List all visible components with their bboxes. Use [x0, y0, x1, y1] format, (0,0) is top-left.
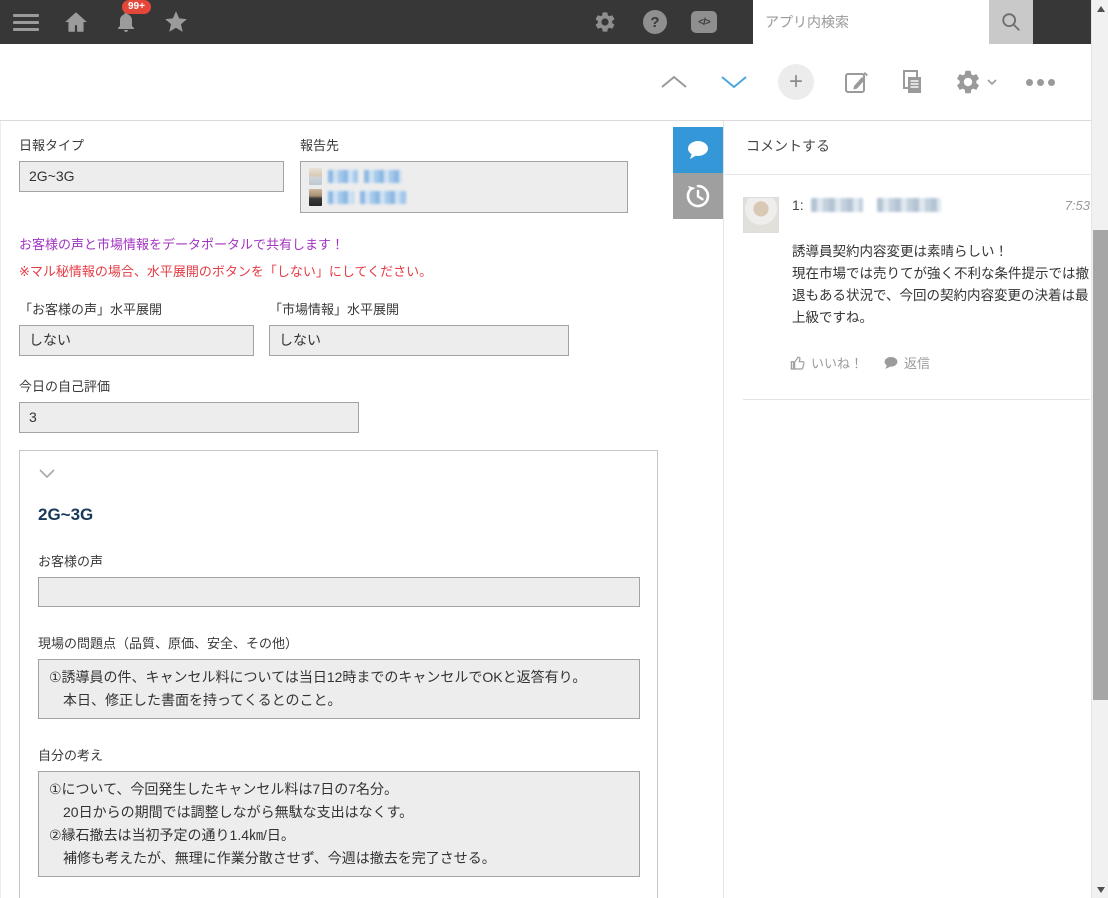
vertical-scrollbar[interactable] — [1091, 0, 1108, 898]
reply-button[interactable]: 返信 — [883, 353, 930, 372]
comment-number: 1: — [792, 197, 804, 213]
add-record-button[interactable]: + — [776, 62, 816, 102]
notice-confidential-text: ※マル秘情報の場合、水平展開のボタンを「しない」にしてください。 — [19, 264, 433, 279]
blurred-user-name[interactable] — [328, 191, 354, 204]
field-label-my-thoughts: 自分の考え — [38, 748, 104, 763]
edit-pencil-icon — [845, 72, 868, 93]
comment-input-prompt[interactable]: コメントする — [724, 121, 1091, 175]
blurred-commenter-name[interactable] — [810, 198, 863, 212]
app-search-input[interactable] — [753, 0, 989, 44]
field-label-site-problems: 現場の問題点（品質、原価、安全、その他） — [38, 636, 299, 651]
scrollbar-up-arrow[interactable] — [1092, 0, 1108, 17]
field-label-market-expand: 「市場情報」水平展開 — [269, 302, 400, 317]
tab-comments[interactable] — [673, 127, 723, 173]
field-group-2g3g: 2G~3G お客様の声 現場の問題点（品質、原価、安全、その他） ①誘導員の件、… — [19, 450, 658, 898]
scrollbar-thumb[interactable] — [1093, 230, 1108, 700]
comment-item: 1: 7:53 誘導員契約内容変更は素晴らしい！ 現在市場では売りてが強く不利な… — [724, 175, 1091, 400]
thumbs-up-icon — [790, 356, 805, 370]
record-toolbar: + — [0, 44, 1091, 121]
hamburger-menu-icon[interactable] — [12, 8, 40, 36]
comment-text: 誘導員契約内容変更は素晴らしい！ 現在市場では売りてが強く不利な条件提示では撤退… — [792, 244, 1089, 325]
user-avatar — [309, 189, 322, 206]
comment-timestamp: 7:53 — [1064, 197, 1090, 213]
notification-count-badge: 99+ — [122, 0, 151, 14]
field-value-report-to — [300, 161, 628, 213]
gear-icon — [957, 70, 979, 94]
ellipsis-icon — [1026, 78, 1055, 86]
blurred-user-name[interactable] — [328, 170, 358, 183]
notice-share-text: お客様の声と市場情報をデータポータルで共有します！ — [19, 237, 345, 252]
admin-gear-icon[interactable] — [591, 8, 619, 36]
field-value-nippo-type: 2G~3G — [19, 161, 284, 192]
app-search — [753, 0, 1033, 44]
field-value-voice-expand: しない — [19, 325, 254, 356]
field-label-nippo-type: 日報タイプ — [19, 138, 85, 153]
global-navigation-bar: 99+ ? </> — [0, 0, 1091, 44]
copy-document-icon — [903, 70, 921, 93]
field-label-customer-voice: お客様の声 — [38, 554, 104, 569]
notification-bell-icon[interactable]: 99+ — [112, 0, 151, 36]
field-label-self-eval: 今日の自己評価 — [19, 379, 111, 394]
more-options-button[interactable] — [1024, 77, 1057, 88]
field-value-my-thoughts: ①について、今回発生したキャンセル料は7日の7名分。 20日からの期間では調整し… — [38, 771, 640, 877]
help-icon[interactable]: ? — [643, 10, 667, 34]
blurred-commenter-name[interactable] — [876, 198, 941, 212]
field-value-site-problems: ①誘導員の件、キャンセル料については当日12時までのキャンセルでOKと返答有り。… — [38, 659, 640, 719]
blurred-user-name[interactable] — [364, 170, 402, 183]
speech-bubble-icon — [688, 141, 708, 159]
tab-change-history[interactable] — [673, 173, 723, 219]
side-tab-strip — [673, 121, 723, 898]
plus-icon: + — [778, 64, 814, 100]
chevron-down-icon — [987, 79, 997, 86]
record-settings-button[interactable] — [952, 66, 1000, 98]
user-avatar — [309, 168, 322, 185]
report-to-user — [309, 168, 619, 186]
search-button[interactable] — [989, 0, 1033, 44]
developer-code-icon[interactable]: </> — [691, 11, 717, 33]
home-icon[interactable] — [62, 8, 90, 36]
reply-bubble-icon — [884, 356, 898, 369]
duplicate-record-button[interactable] — [896, 66, 928, 98]
chevron-down-icon — [39, 469, 55, 479]
field-label-report-to: 報告先 — [300, 138, 340, 153]
field-value-self-eval: 3 — [19, 402, 359, 433]
comment-user-avatar — [743, 197, 779, 233]
reply-label: 返信 — [904, 356, 931, 371]
comment-divider — [743, 399, 1090, 400]
like-label: いいね！ — [811, 356, 864, 371]
next-record-button[interactable] — [716, 71, 752, 93]
history-icon — [686, 184, 710, 208]
report-to-user — [309, 189, 619, 207]
favorites-star-icon[interactable] — [162, 8, 190, 36]
edit-record-button[interactable] — [840, 66, 872, 98]
app-window: 99+ ? </> アプリ内検索 + 日報タイプ 2G~3G 報告先 お客様の声… — [0, 0, 1108, 898]
scrollbar-down-arrow[interactable] — [1092, 881, 1108, 898]
comment-panel: コメントする 1: 7:53 誘導員契約内容変更は素晴らしい！ 現在市場では売り… — [723, 121, 1091, 898]
group-title: 2G~3G — [38, 505, 94, 524]
field-value-customer-voice — [38, 577, 640, 607]
like-button[interactable]: いいね！ — [790, 353, 863, 372]
previous-record-button[interactable] — [656, 71, 692, 93]
blurred-user-name[interactable] — [360, 191, 406, 204]
field-value-market-expand: しない — [269, 325, 569, 356]
field-label-voice-expand: 「お客様の声」水平展開 — [19, 302, 163, 317]
group-collapse-button[interactable] — [38, 467, 62, 485]
record-detail: 日報タイプ 2G~3G 報告先 お客様の声と市場情報をデータポータルで共有します… — [1, 121, 673, 898]
